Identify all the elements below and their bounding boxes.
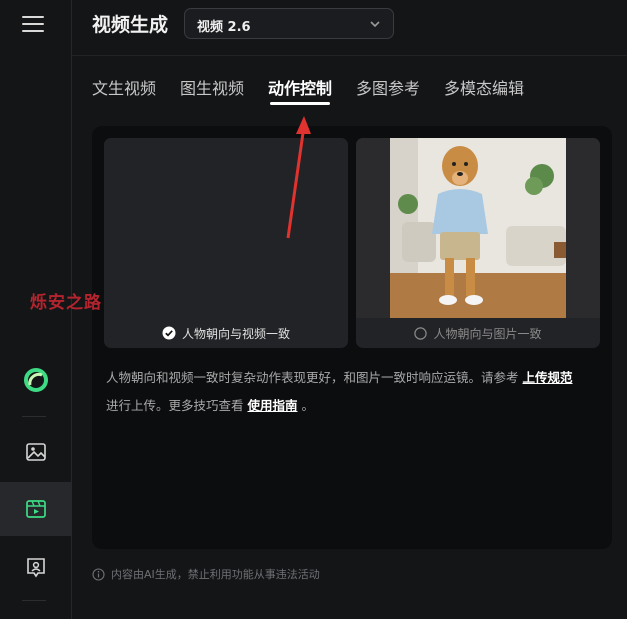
video-icon[interactable] [0,482,72,536]
avatar-mic-icon[interactable] [0,548,72,588]
hamburger-menu-icon[interactable] [22,13,46,35]
guidance-text-3: 。 [301,398,315,413]
info-icon [92,567,105,581]
user-guide-link[interactable]: 使用指南 [248,398,298,413]
guidance-text-2: 进行上传。更多技巧查看 [106,398,244,413]
upload-panel: 人物朝向与视频一致 人物朝向与图片一致 人物朝向和视频一致时复杂动作表现更好，和… [92,126,612,549]
tab-multi-image-reference[interactable]: 多图参考 [356,75,420,99]
image-orientation-option[interactable]: 人物朝向与图片一致 [356,318,600,348]
tab-image-to-video[interactable]: 图生视频 [180,75,244,99]
guidance-text: 人物朝向和视频一致时复杂动作表现更好，和图片一致时响应运镜。请参考 上传规范 进… [106,364,602,420]
annotation-arrow [286,116,311,239]
video-orientation-option[interactable]: 人物朝向与视频一致 [104,318,348,348]
footer-note-text: 内容由AI生成，禁止利用功能从事违法活动 [111,568,320,581]
tab-text-to-video[interactable]: 文生视频 [92,75,156,99]
header: 视频生成 视频 2.6 [72,0,627,56]
image-orientation-label: 人物朝向与图片一致 [433,326,542,341]
page-title: 视频生成 [92,14,169,36]
footer-disclaimer: 内容由AI生成，禁止利用功能从事违法活动 [92,566,320,582]
unchecked-radio-icon [414,326,428,340]
brand-logo-icon[interactable] [0,360,72,400]
guidance-text-1: 人物朝向和视频一致时复杂动作表现更好，和图片一致时响应运镜。请参考 [106,370,519,385]
image-orientation-card[interactable]: 人物朝向与图片一致 [356,138,600,348]
chevron-down-icon [370,21,380,28]
watermark: 烁安之路 [30,293,102,313]
checked-radio-icon [162,326,176,340]
model-select-value: 视频 2.6 [197,20,251,35]
dog-photo [356,138,600,318]
tab-multimodal-edit[interactable]: 多模态编辑 [444,75,524,99]
image-icon[interactable] [0,432,72,472]
tab-motion-control[interactable]: 动作控制 [268,75,332,99]
active-tab-indicator [270,102,330,105]
video-orientation-label: 人物朝向与视频一致 [181,326,290,341]
model-select[interactable]: 视频 2.6 [184,8,394,39]
upload-spec-link[interactable]: 上传规范 [523,370,573,385]
